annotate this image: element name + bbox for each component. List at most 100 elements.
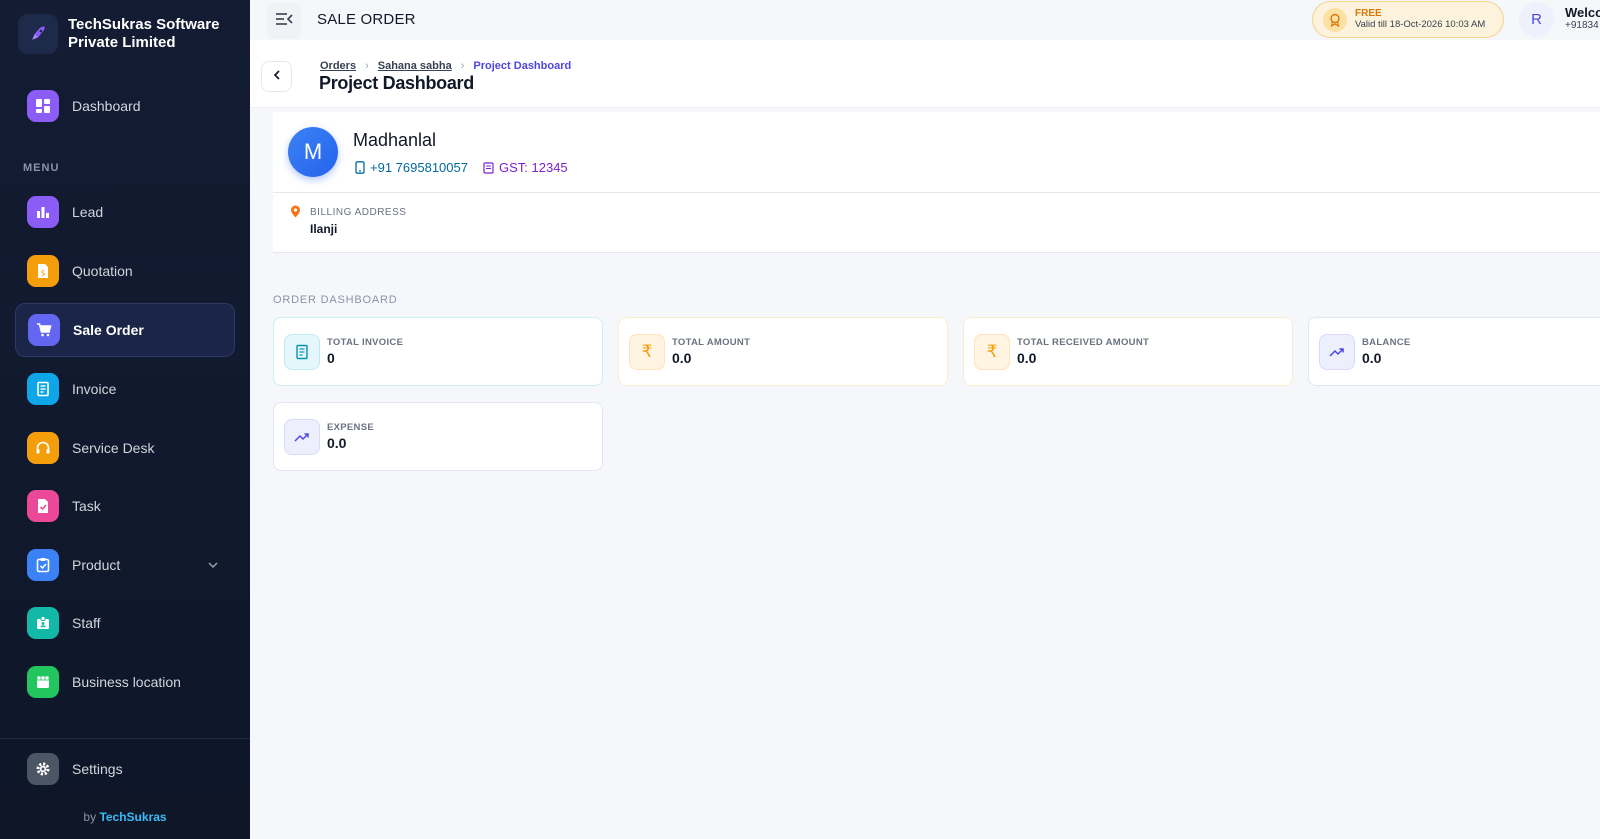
rupee-icon: ₹	[974, 333, 1010, 370]
task-icon	[27, 490, 59, 522]
stat-label: TOTAL AMOUNT	[672, 336, 751, 348]
clipboard-icon	[27, 549, 59, 581]
breadcrumb-separator-icon: ›	[365, 60, 369, 72]
breadcrumb-current: Project Dashboard	[473, 60, 572, 72]
sidebar: TechSukras Software Private Limited Dash…	[0, 0, 250, 839]
breadcrumb-orders[interactable]: Orders	[320, 60, 356, 72]
sidebar-item-label: Staff	[72, 615, 101, 631]
stat-card-total-received-amount[interactable]: ₹ TOTAL RECEIVED AMOUNT 0.0	[963, 317, 1293, 386]
receipt-icon	[483, 161, 494, 174]
trend-up-icon	[284, 418, 320, 455]
stat-label: EXPENSE	[327, 421, 374, 433]
plan-validity: Valid till 18-Oct-2026 10:03 AM	[1355, 19, 1486, 30]
back-button[interactable]	[261, 61, 292, 92]
stat-card-total-amount[interactable]: ₹ TOTAL AMOUNT 0.0	[618, 317, 948, 386]
breadcrumb: Orders › Sahana sabha › Project Dashboar…	[320, 60, 571, 72]
welcome-block[interactable]: Welco +91834	[1565, 5, 1600, 32]
stat-value: 0.0	[327, 434, 347, 451]
stat-value: 0	[327, 349, 335, 366]
sidebar-item-label: Invoice	[72, 381, 117, 397]
plan-title: FREE	[1355, 8, 1382, 19]
customer-card: M Madhanlal +91 7695810057 GST: 12345 BI…	[273, 112, 1600, 253]
award-icon	[1323, 7, 1347, 32]
stat-value: 0.0	[1017, 349, 1037, 366]
customer-avatar: M	[288, 127, 338, 177]
sidebar-item-staff[interactable]: Staff	[15, 596, 235, 650]
trend-up-icon	[1319, 333, 1355, 370]
plan-badge[interactable]: FREE Valid till 18-Oct-2026 10:03 AM	[1312, 1, 1504, 38]
byline: by TechSukras	[0, 810, 250, 824]
location-pin-icon	[290, 205, 301, 223]
breadcrumb-separator-icon: ›	[460, 60, 465, 72]
sidebar-divider	[0, 738, 250, 739]
sidebar-item-label: Task	[72, 498, 101, 514]
order-dashboard-caption: ORDER DASHBOARD	[273, 294, 398, 306]
gear-icon	[27, 753, 59, 785]
sidebar-item-label: Product	[72, 557, 121, 573]
sidebar-item-product[interactable]: Product	[15, 538, 235, 592]
menu-caption: MENU	[23, 162, 60, 174]
dashboard-grid-icon	[27, 90, 59, 122]
topbar: SALE ORDER FREE Valid till 18-Oct-2026 1…	[250, 0, 1600, 40]
brand[interactable]: TechSukras Software Private Limited	[18, 8, 243, 60]
byline-prefix: by	[83, 810, 97, 824]
svg-text:$: $	[40, 269, 45, 278]
chevron-left-icon	[271, 68, 283, 86]
customer-gst-text: GST: 12345	[499, 160, 568, 175]
user-avatar[interactable]: R	[1519, 2, 1554, 37]
bar-chart-icon	[27, 196, 59, 228]
menu-collapse-icon	[275, 12, 293, 31]
byline-brand-link[interactable]: TechSukras	[99, 810, 166, 824]
billing-address-label: BILLING ADDRESS	[310, 207, 407, 218]
sidebar-item-dashboard[interactable]: Dashboard	[15, 79, 235, 133]
stat-value: 0.0	[1362, 349, 1382, 366]
sidebar-item-label: Business location	[72, 674, 181, 690]
chevron-down-icon[interactable]	[207, 558, 219, 576]
stat-card-expense[interactable]: EXPENSE 0.0	[273, 402, 603, 471]
page-header: Orders › Sahana sabha › Project Dashboar…	[250, 40, 1600, 108]
rupee-icon: ₹	[629, 333, 665, 370]
brand-name: TechSukras Software Private Limited	[68, 16, 220, 51]
invoice-icon	[284, 333, 320, 370]
billing-address-value: Ilanji	[310, 222, 338, 236]
quotation-doc-icon: $	[27, 255, 59, 287]
sidebar-item-service-desk[interactable]: Service Desk	[15, 421, 235, 475]
menu-collapse-button[interactable]	[266, 3, 302, 39]
store-icon	[27, 666, 59, 698]
customer-phone[interactable]: +91 7695810057	[355, 160, 468, 175]
sidebar-item-invoice[interactable]: Invoice	[15, 362, 235, 416]
page-title: Project Dashboard	[319, 73, 474, 93]
cart-icon	[28, 314, 60, 346]
phone-icon	[355, 161, 365, 174]
sidebar-item-quotation[interactable]: $ Quotation	[15, 244, 235, 298]
card-divider	[273, 192, 1600, 193]
stat-value: 0.0	[672, 349, 692, 366]
stat-label: TOTAL INVOICE	[327, 336, 404, 348]
customer-gst: GST: 12345	[483, 160, 568, 175]
sidebar-item-label: Settings	[72, 761, 123, 777]
headset-icon	[27, 432, 59, 464]
sidebar-item-label: Lead	[72, 204, 104, 220]
sidebar-item-task[interactable]: Task	[15, 479, 235, 533]
sidebar-item-label: Dashboard	[72, 98, 141, 114]
id-badge-icon	[27, 607, 59, 639]
sidebar-item-label: Quotation	[72, 263, 133, 279]
customer-name: Madhanlal	[353, 130, 437, 150]
page-heading: SALE ORDER	[317, 11, 416, 28]
sidebar-item-label: Sale Order	[73, 322, 144, 338]
sidebar-item-label: Service Desk	[72, 440, 155, 456]
welcome-title: Welco	[1565, 5, 1600, 20]
sidebar-item-lead[interactable]: Lead	[15, 185, 235, 239]
sidebar-item-business-location[interactable]: Business location	[15, 655, 235, 709]
customer-phone-text: +91 7695810057	[370, 160, 468, 175]
stat-label: BALANCE	[1362, 336, 1411, 348]
breadcrumb-sahana-sabha[interactable]: Sahana sabha	[378, 60, 452, 72]
sidebar-item-settings[interactable]: Settings	[15, 742, 235, 796]
stat-card-total-invoice[interactable]: TOTAL INVOICE 0	[273, 317, 603, 386]
receipt-icon	[27, 373, 59, 405]
sidebar-item-sale-order[interactable]: Sale Order	[15, 303, 235, 357]
stat-label: TOTAL RECEIVED AMOUNT	[1017, 336, 1150, 348]
welcome-phone: +91834	[1565, 20, 1599, 31]
rocket-logo-icon	[18, 14, 58, 54]
stat-card-balance[interactable]: BALANCE 0.0	[1308, 317, 1600, 386]
